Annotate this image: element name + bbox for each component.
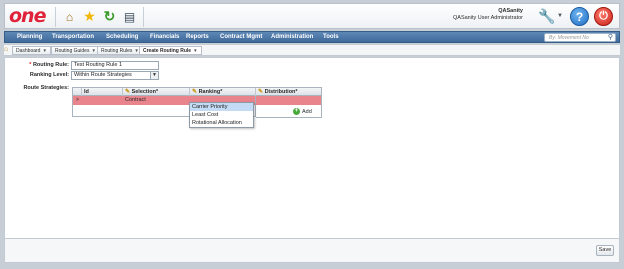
chevron-down-icon[interactable]: ▼ [150,72,158,79]
dashboard-icon: ⌂ [4,46,9,53]
grid-header-id[interactable]: Id [82,88,123,96]
menu-reports[interactable]: Reports [186,33,209,42]
help-icon[interactable]: ? [570,7,589,26]
edit-icon: ✎ [125,89,131,95]
cell-distribution-value [256,96,258,105]
home-icon[interactable]: ⌂ [61,8,78,25]
menu-transportation[interactable]: Transportation [52,33,94,42]
menu-financials[interactable]: Financials [150,33,179,42]
edit-icon: ✎ [192,89,198,95]
ranking-level-value: Within Route Strategies [74,72,132,78]
menu-tools[interactable]: Tools [323,33,339,42]
close-icon[interactable]: ▼ [91,48,95,53]
close-icon[interactable]: ▼ [193,48,197,53]
app-logo[interactable]: one [9,6,49,26]
grid-header-marker [73,88,82,96]
tab-dashboard[interactable]: Dashboard ▼ [12,46,51,55]
menu-administration[interactable]: Administration [271,33,313,42]
ranking-dropdown-list: Carrier Priority Least Cost Rotational A… [189,102,254,128]
search-icon[interactable]: ⚲ [608,33,613,41]
wrench-icon[interactable]: 🔧 [537,8,557,26]
cell-distribution[interactable] [256,96,322,105]
ranking-level-select[interactable]: Within Route Strategies ▼ [71,71,159,80]
menu-planning[interactable]: Planning [17,33,42,42]
tab-label: Routing Guides [55,48,90,54]
cell-id[interactable] [82,96,123,105]
routing-rule-label-text: Routing Rule: [32,62,69,68]
tab-create-routing-rule[interactable]: Create Routing Rule ▼ [139,46,202,55]
grid-header-ranking[interactable]: ✎ Ranking* [190,88,256,96]
star-icon[interactable]: ★ [81,8,98,25]
column-label: Ranking* [198,89,223,95]
tab-routing-guides[interactable]: Routing Guides ▼ [51,46,100,55]
refresh-icon[interactable]: ↻ [101,8,118,25]
route-strategies-label: Route Strategies: [23,85,69,91]
chevron-down-icon[interactable]: ▼ [557,13,563,19]
cell-selection[interactable]: Contract [123,96,190,105]
ranking-option-least-cost[interactable]: Least Cost [190,111,253,119]
tab-bar: ⌂ Dashboard ▼ Routing Guides ▼ Routing Rul… [4,45,620,56]
tab-routing-rules[interactable]: Routing Rules ▼ [97,46,143,55]
grid-header-selection[interactable]: ✎ Selection* [123,88,190,96]
column-label: Selection* [131,89,159,95]
logo-text: one [9,5,46,27]
app-frame: one ⌂ ★ ↻ ▤ QASanity QASanity User Admin… [0,0,624,269]
user-name: QASanity [498,8,523,14]
menu-scheduling[interactable]: Scheduling [106,33,138,42]
grid-empty-area [256,105,322,118]
tab-label: Routing Rules [101,48,133,54]
power-icon[interactable]: ⏻ [594,7,613,26]
menu-contract-mgmt[interactable]: Contract Mgmt [220,33,262,42]
routing-rule-label: * Routing Rule: [29,62,69,68]
search-input[interactable]: By: Movement No ⚲ [544,33,616,42]
grid-header: Id ✎ Selection* ✎ Ranking* [73,88,259,96]
routing-rule-input[interactable]: Test Routing Rule 1 [71,61,159,70]
header-divider [55,7,56,27]
user-info: QASanity QASanity User Administrator [453,8,523,22]
footer-bar: Save [5,238,619,262]
ranking-option-rotational-allocation[interactable]: Rotational Allocation [190,119,253,127]
ranking-level-label: Ranking Level: [29,72,69,78]
add-button[interactable]: + Add [293,108,312,115]
routing-rule-value: Test Routing Rule 1 [74,62,122,68]
quick-icons: ⌂ ★ ↻ ▤ [61,8,138,26]
row-marker: > [76,97,79,103]
column-label: Distribution* [264,89,298,95]
search-placeholder: By: Movement No [549,35,589,41]
edit-icon: ✎ [258,89,264,95]
ranking-option-carrier-priority[interactable]: Carrier Priority [190,103,253,111]
app-header: one ⌂ ★ ↻ ▤ QASanity QASanity User Admin… [4,3,620,29]
main-menu: Planning Transportation Scheduling Finan… [4,31,620,43]
add-label: Add [302,108,312,115]
tab-label: Dashboard [16,48,41,54]
user-role: QASanity User Administrator [453,15,523,21]
column-label: Id [84,89,89,95]
tab-label: Create Routing Rule [143,48,192,54]
add-icon: + [293,108,300,115]
grid-header-distribution[interactable]: ✎ Distribution* [256,87,322,96]
main-panel: * Routing Rule: Test Routing Rule 1 Rank… [4,57,620,263]
header-divider [143,7,144,27]
save-button[interactable]: Save [596,245,614,256]
close-icon[interactable]: ▼ [42,48,46,53]
presentation-icon[interactable]: ▤ [121,8,138,25]
